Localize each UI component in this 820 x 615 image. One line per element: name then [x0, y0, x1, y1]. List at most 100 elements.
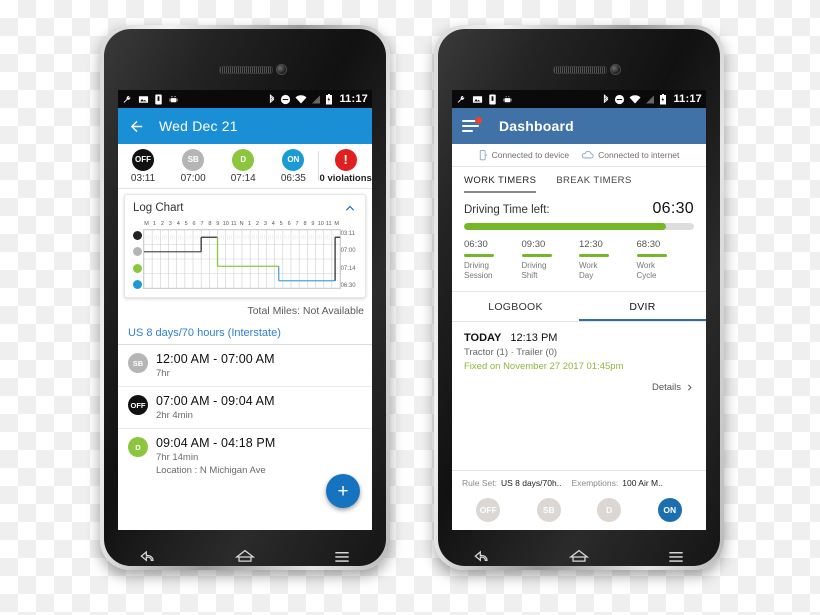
duty-item-off[interactable]: OFF 03:11: [118, 148, 168, 184]
earpiece-speaker: [219, 66, 273, 74]
hour-label: 6: [287, 221, 291, 227]
mini-timer-driving-shift: 09:30 Driving Shift: [521, 239, 580, 281]
android-icon: [169, 95, 178, 102]
mini-timer-caption: Driving Shift: [521, 261, 547, 280]
home-nav-icon[interactable]: [568, 546, 590, 568]
driving-timer-label: Driving Time left:: [464, 204, 550, 216]
duty-badge: OFF: [128, 395, 148, 415]
signal-icon: [646, 95, 655, 103]
connection-status-row: Connected to device Connected to interne…: [452, 144, 706, 167]
duty-footer: Rule Set: US 8 days/70h.. Exemptions: 10…: [452, 470, 706, 530]
dvir-panel: TODAY 12:13 PM Tractor (1) · Trailer (0)…: [452, 322, 706, 372]
mini-timer-work-day: 12:30 Work Day: [579, 239, 637, 281]
violations-indicator[interactable]: ! 0 violations: [319, 148, 372, 184]
list-item[interactable]: OFF 07:00 AM - 09:04 AM 2hr 4min: [118, 387, 372, 429]
entry-duration: 7hr: [156, 368, 170, 379]
dvir-details-link[interactable]: Details: [452, 372, 706, 393]
android-status-bar: 11:17: [118, 90, 372, 108]
alert-icon: !: [334, 148, 357, 171]
duty-badge: OFF: [132, 148, 155, 171]
log-chart-row-totals: 03:11 07:00 07:14 06:30: [341, 219, 357, 289]
mini-timer-caption: Work Cycle: [636, 261, 657, 280]
chevron-up-icon[interactable]: [343, 201, 357, 215]
timer-tabs: WORK TIMERS BREAK TIMERS: [452, 167, 706, 193]
duty-summary-strip: OFF 03:11 SB 07:00 D 07:14 ON 06:35 ! 0 …: [118, 144, 372, 189]
page-title: Wed Dec 21: [159, 118, 238, 134]
front-camera: [276, 64, 287, 75]
entry-time-range: 09:04 AM - 04:18 PM: [156, 436, 276, 450]
mini-timer-work-cycle: 68:30 Work Cycle: [636, 239, 695, 281]
connected-to-internet: Connected to internet: [581, 150, 679, 160]
back-arrow-icon[interactable]: [128, 118, 145, 135]
hour-label: 9: [311, 221, 315, 227]
hamburger-menu-icon[interactable]: [462, 116, 482, 133]
duty-badge: ON: [282, 148, 305, 171]
right-phone-navigation-bar: [434, 537, 724, 577]
hour-label: 5: [279, 221, 283, 227]
hour-label: 2: [255, 221, 259, 227]
connected-to-device: Connected to device: [479, 149, 570, 161]
status-button-sb[interactable]: SB: [536, 498, 561, 522]
hour-label: 8: [303, 221, 307, 227]
hour-label: 4: [176, 221, 180, 227]
status-bar-left-icons: [122, 93, 179, 105]
front-camera: [610, 64, 621, 75]
battery-icon: [326, 93, 333, 104]
duty-badge: SB: [182, 148, 205, 171]
tab-logbook[interactable]: LOGBOOK: [452, 301, 579, 321]
status-bar-right-icons: 11:17: [602, 93, 702, 105]
tab-dvir[interactable]: DVIR: [579, 301, 706, 321]
ruleset-label: Rule Set:: [462, 478, 497, 488]
hour-label: 1: [247, 221, 252, 227]
menu-nav-icon[interactable]: [332, 547, 352, 567]
duty-item-d[interactable]: D 07:14: [218, 148, 268, 184]
hour-label: M: [144, 221, 149, 227]
list-item[interactable]: D 09:04 AM - 04:18 PM 7hr 14min Location…: [118, 429, 372, 483]
status-bar-clock: 11:17: [673, 93, 702, 105]
mini-timer-caption: Work Day: [579, 261, 598, 280]
home-nav-icon[interactable]: [234, 546, 256, 568]
bluetooth-icon: [270, 93, 275, 103]
duty-time: 06:35: [280, 172, 306, 184]
mini-timer-bar: [521, 254, 552, 257]
tab-work-timers[interactable]: WORK TIMERS: [464, 175, 537, 193]
back-nav-icon[interactable]: [472, 547, 492, 567]
menu-nav-icon[interactable]: [666, 547, 686, 567]
duty-item-on[interactable]: ON 06:35: [268, 148, 318, 184]
add-entry-fab[interactable]: +: [326, 474, 360, 508]
log-chart-card: Log Chart M 1 2 3 4 5 6 7 8 9 10 11 N 1 2 3 4 5 6 7 8 9 10 11 M: [124, 194, 366, 298]
mini-timer-caption: Driving Session: [464, 261, 493, 280]
entry-duration: 2hr 4min: [156, 410, 193, 421]
sim-card-icon: [155, 93, 162, 105]
entry-location: Location : N Michigan Ave: [156, 465, 266, 476]
mini-timer-value: 06:30: [464, 239, 488, 250]
list-item[interactable]: SB 12:00 AM - 07:00 AM 7hr: [118, 345, 372, 387]
do-not-disturb-icon: [281, 94, 291, 104]
hour-label: 9: [216, 221, 220, 227]
duty-time: 03:11: [130, 172, 156, 184]
hour-label: 10: [317, 221, 324, 227]
connection-label: Connected to device: [491, 150, 570, 160]
android-status-bar: 11:17: [452, 90, 706, 108]
right-phone-device: 11:17 Dashboard Connected to device Conn…: [434, 25, 724, 570]
status-button-off[interactable]: OFF: [476, 498, 501, 522]
log-chart-plot[interactable]: M 1 2 3 4 5 6 7 8 9 10 11 N 1 2 3 4 5 6 7 8 9 10 11 M: [142, 219, 341, 289]
ruleset-row[interactable]: Rule Set: US 8 days/70h.. Exemptions: 10…: [452, 470, 706, 494]
log-chart-header[interactable]: Log Chart: [125, 195, 365, 219]
duty-item-sb[interactable]: SB 07:00: [168, 148, 218, 184]
status-button-on[interactable]: ON: [657, 498, 682, 522]
back-nav-icon[interactable]: [138, 547, 158, 567]
hour-label: 11: [325, 221, 332, 227]
status-button-d[interactable]: D: [597, 498, 622, 522]
left-phone-screen: 11:17 Wed Dec 21 OFF 03:11 SB 07:00 D 07…: [118, 90, 372, 530]
log-chart-graph: [142, 229, 341, 289]
entry-duration: 7hr 14min: [156, 452, 199, 463]
image-icon: [472, 95, 483, 103]
tab-break-timers[interactable]: BREAK TIMERS: [556, 175, 631, 193]
status-dot-off: [133, 231, 142, 240]
ruleset-link[interactable]: US 8 days/70 hours (Interstate): [118, 323, 372, 345]
cloud-icon: [581, 150, 594, 159]
android-icon: [503, 95, 512, 102]
mini-timer-driving-session: 06:30 Driving Session: [464, 239, 522, 281]
page-title: Dashboard: [499, 118, 574, 134]
